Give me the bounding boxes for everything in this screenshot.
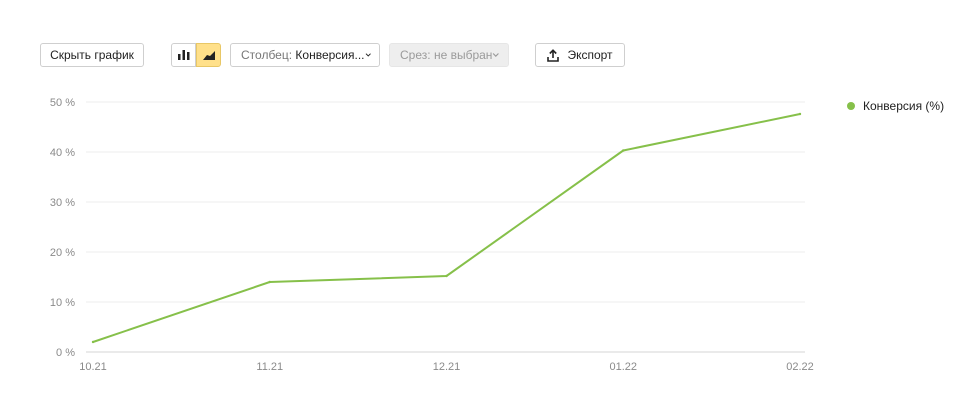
line-chart: 0 % 10 % 20 % 30 % 40 % 50 % 10.21 11.21 12.21 0…: [50, 97, 814, 373]
hide-chart-label: Скрыть график: [50, 48, 134, 62]
y-tick-label: 20 %: [50, 247, 75, 259]
data-point: [798, 112, 802, 116]
hide-chart-button[interactable]: Скрыть график: [40, 43, 144, 67]
y-tick-label: 30 %: [50, 197, 75, 209]
data-point: [91, 340, 95, 344]
slice-value: не выбран: [433, 48, 493, 62]
slice-select[interactable]: Срез: не выбран: [389, 43, 509, 67]
chevron-down-icon: [493, 53, 500, 57]
chart-toolbar: Скрыть график Столбец: Конверсия... Срез…: [0, 0, 964, 80]
y-tick-label: 0 %: [56, 347, 75, 359]
x-tick-label: 01.22: [609, 361, 637, 373]
slice-label: Срез:: [400, 48, 431, 62]
data-point: [445, 274, 448, 278]
bar-mode-button[interactable]: [171, 43, 196, 67]
x-tick-label: 02.22: [786, 361, 814, 373]
y-tick-label: 50 %: [50, 97, 75, 109]
upload-icon: [547, 48, 560, 62]
y-tick-label: 40 %: [50, 147, 75, 159]
column-value: Конверсия...: [295, 48, 365, 62]
bar-chart-icon: [177, 50, 189, 60]
chevron-down-icon: [365, 53, 371, 57]
x-tick-label: 12.21: [433, 361, 461, 373]
x-tick-label: 10.21: [79, 361, 107, 373]
chart-mode-toggle: [171, 43, 221, 67]
export-button[interactable]: Экспорт: [535, 43, 625, 67]
column-select[interactable]: Столбец: Конверсия...: [230, 43, 380, 67]
series-line: [92, 113, 801, 343]
area-chart-icon: [202, 51, 215, 60]
export-label: Экспорт: [567, 48, 613, 62]
y-tick-label: 10 %: [50, 297, 75, 309]
data-point: [268, 280, 271, 284]
column-label: Столбец:: [241, 48, 293, 62]
area-mode-button[interactable]: [196, 43, 221, 67]
x-tick-label: 11.21: [256, 361, 283, 373]
data-point: [622, 149, 625, 152]
